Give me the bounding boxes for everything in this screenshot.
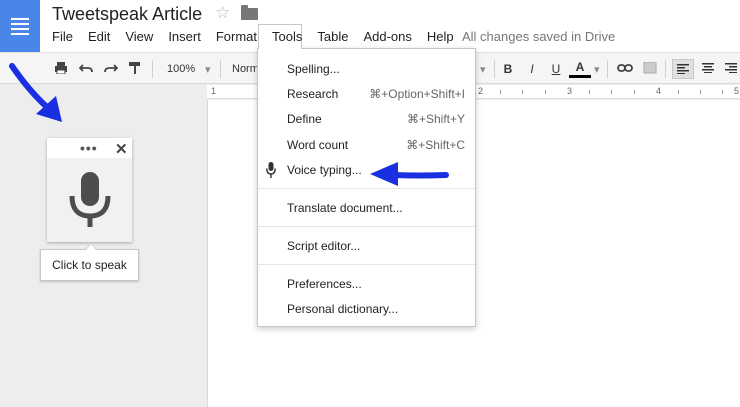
menu-table[interactable]: Table: [317, 29, 348, 45]
align-right-button[interactable]: [720, 59, 740, 79]
ruler-tick: [500, 90, 501, 94]
menu-edit[interactable]: Edit: [88, 29, 110, 45]
link-icon[interactable]: [617, 62, 633, 74]
folder-icon[interactable]: [241, 5, 258, 20]
voice-mic-button[interactable]: [47, 158, 132, 242]
align-left-icon: [677, 64, 689, 74]
close-icon[interactable]: ✕: [115, 140, 128, 158]
menu-file[interactable]: File: [52, 29, 73, 45]
microphone-icon: [69, 172, 111, 227]
ruler-tick: [634, 90, 635, 94]
ruler-tick: [545, 90, 546, 94]
star-icon[interactable]: ☆: [215, 3, 230, 23]
menu-item-shortcut: ⌘+Shift+Y: [406, 112, 465, 126]
font-size-dropdown-icon[interactable]: ▾: [480, 63, 486, 76]
menu-item-word-count[interactable]: Word count ⌘+Shift+C: [258, 134, 475, 156]
menu-item-shortcut: ⌘+Shift+C: [406, 138, 465, 152]
menu-item-label: Word count: [287, 138, 349, 152]
toolbar-divider: [220, 60, 221, 78]
redo-icon[interactable]: [104, 62, 118, 74]
menu-insert[interactable]: Insert: [168, 29, 201, 45]
menu-view[interactable]: View: [125, 29, 153, 45]
text-color-dropdown-icon[interactable]: ▾: [594, 63, 600, 76]
align-center-button[interactable]: [697, 59, 719, 79]
annotation-arrow-icon: [370, 162, 449, 186]
ruler-tick: [522, 90, 523, 94]
menu-help[interactable]: Help: [427, 29, 454, 45]
menu-item-label: Spelling...: [287, 62, 340, 76]
docs-logo-icon[interactable]: [0, 0, 40, 52]
ruler-tick: [611, 90, 612, 94]
menu-item-label: Voice typing...: [287, 163, 362, 177]
undo-icon[interactable]: [79, 62, 93, 74]
menu-separator: [258, 226, 475, 227]
click-to-speak-tooltip: Click to speak: [40, 249, 139, 281]
ruler-tick: [700, 90, 701, 94]
menu-item-translate-document[interactable]: Translate document...: [258, 197, 475, 219]
toolbar-divider: [152, 60, 153, 78]
paint-format-icon[interactable]: [128, 62, 142, 74]
menu-separator: [258, 264, 475, 265]
text-color-button[interactable]: A: [569, 59, 591, 78]
menu-item-research[interactable]: Research ⌘+Option+Shift+I: [258, 83, 475, 105]
menu-addons[interactable]: Add-ons: [363, 29, 411, 45]
toolbar-divider: [494, 60, 495, 78]
ruler-tick: [589, 90, 590, 94]
align-center-icon: [702, 63, 714, 73]
tooltip-arrow: [86, 244, 96, 250]
menu-item-personal-dictionary[interactable]: Personal dictionary...: [258, 298, 475, 320]
menu-tools[interactable]: Tools: [272, 29, 302, 45]
ruler-number: 2: [478, 86, 484, 96]
menu-format[interactable]: Format: [216, 29, 257, 45]
toolbar-divider: [665, 60, 666, 78]
more-options-icon[interactable]: •••: [80, 140, 98, 156]
ruler-number: 4: [656, 86, 662, 96]
voice-typing-widget: ••• ✕: [47, 138, 132, 242]
microphone-icon: [266, 162, 276, 178]
menu-item-label: Personal dictionary...: [287, 302, 399, 316]
menu-item-spelling[interactable]: Spelling...: [258, 58, 475, 80]
menu-item-label: Translate document...: [287, 201, 403, 215]
style-select[interactable]: Norm: [232, 63, 259, 75]
ruler-tick: [722, 90, 723, 94]
zoom-select[interactable]: 100%: [167, 63, 195, 75]
menu-item-label: Script editor...: [287, 239, 361, 253]
annotation-arrow-icon: [9, 63, 62, 122]
menu-item-define[interactable]: Define ⌘+Shift+Y: [258, 108, 475, 130]
italic-button[interactable]: I: [521, 59, 543, 79]
zoom-dropdown-icon[interactable]: ▾: [205, 63, 211, 76]
document-title[interactable]: Tweetspeak Article: [52, 4, 202, 25]
underline-button[interactable]: U: [545, 59, 567, 79]
save-status: All changes saved in Drive: [462, 29, 616, 44]
align-right-icon: [725, 63, 737, 73]
menu-item-label: Research: [287, 87, 339, 101]
ruler-number: 5: [734, 86, 740, 96]
ruler-number: 3: [567, 86, 573, 96]
docs-header: Tweetspeak Article ☆ File Edit View Inse…: [0, 0, 740, 52]
toolbar-divider: [607, 60, 608, 78]
ruler-number: 1: [211, 86, 217, 96]
menu-item-label: Preferences...: [287, 277, 362, 291]
menu-item-script-editor[interactable]: Script editor...: [258, 235, 475, 257]
bold-button[interactable]: B: [497, 59, 519, 79]
menu-item-label: Define: [287, 112, 322, 126]
menu-item-shortcut: ⌘+Option+Shift+I: [369, 87, 465, 101]
menu-item-preferences[interactable]: Preferences...: [258, 273, 475, 295]
ruler-tick: [678, 90, 679, 94]
align-left-button[interactable]: [672, 59, 694, 79]
comment-icon[interactable]: [643, 62, 657, 74]
